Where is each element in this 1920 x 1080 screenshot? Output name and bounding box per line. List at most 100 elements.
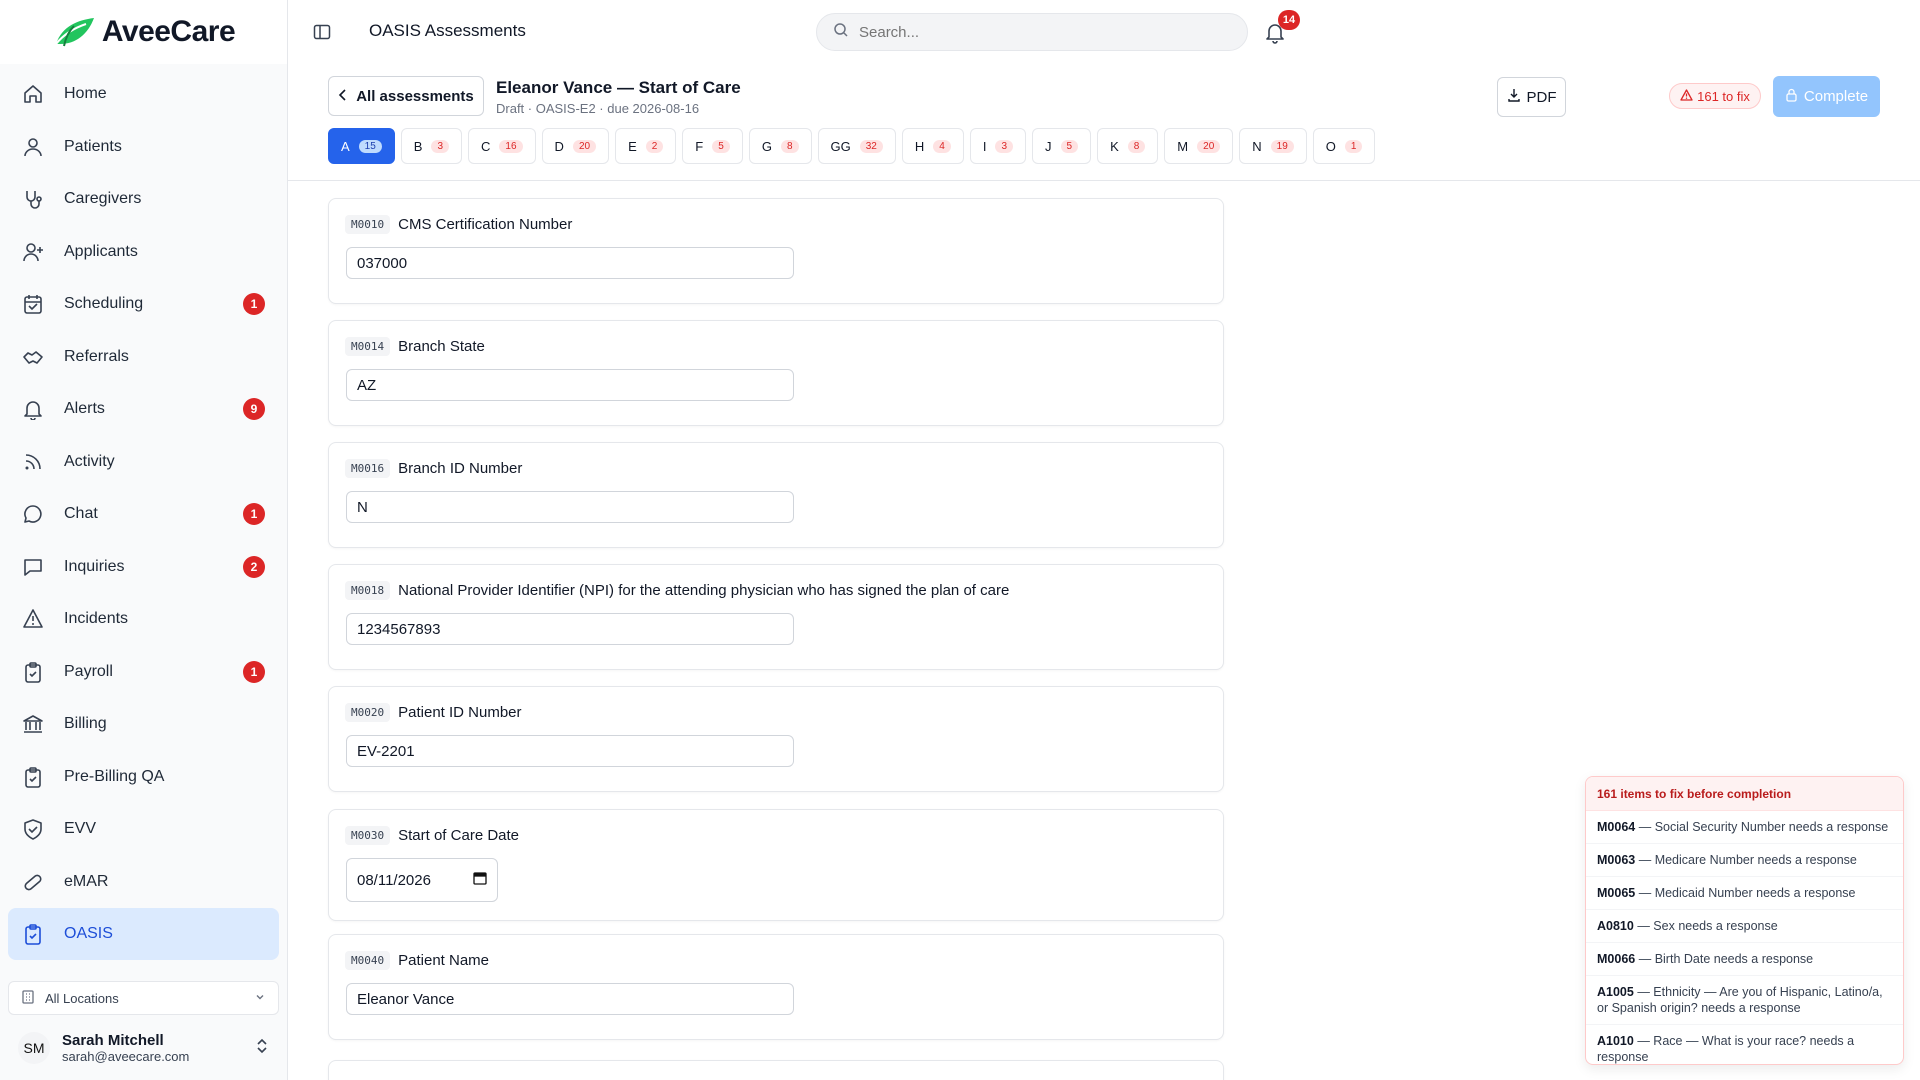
building-icon: [21, 989, 35, 1007]
tab-section-k[interactable]: K8: [1097, 128, 1159, 164]
tab-section-d[interactable]: D 20: [541, 128, 610, 164]
sidebar-item-billing[interactable]: Billing: [8, 698, 279, 750]
fix-list-item[interactable]: M0064 — Social Security Number needs a r…: [1586, 811, 1903, 844]
fix-item-code: M0063: [1597, 853, 1636, 867]
tab-section-e[interactable]: E2: [615, 128, 677, 164]
sidebar-item-badge: 9: [243, 398, 265, 420]
tab-section-g[interactable]: G8: [748, 128, 812, 164]
chevron-left-icon: [338, 88, 348, 105]
tab-section-b[interactable]: B3: [400, 128, 463, 164]
sidebar-item-incidents[interactable]: Incidents: [8, 593, 279, 645]
sidebar-item-chat[interactable]: Chat 1: [8, 488, 279, 540]
fix-list-item[interactable]: A1005 — Ethnicity — Are you of Hispanic,…: [1586, 976, 1903, 1025]
question-code: M0018: [345, 581, 391, 600]
back-button-label: All assessments: [356, 87, 474, 105]
sidebar-item-label: Activity: [64, 452, 115, 470]
search-box[interactable]: [816, 13, 1248, 51]
tab-count-badge: 8: [1127, 139, 1146, 153]
page-title: OASIS Assessments: [369, 21, 526, 40]
section-tabs: A 15 B 3 C 16 D 20 E 2 F 5 G 8 GG 32 H 4 I 3 J 5 K 8 M 20 N 19 O 1: [328, 128, 1376, 164]
answer-input[interactable]: [346, 247, 794, 279]
sidebar-item-emar[interactable]: eMAR: [8, 856, 279, 908]
sidebar-item-badge: 1: [243, 503, 265, 525]
sidebar-item-evv[interactable]: EVV: [8, 803, 279, 855]
tab-section-a[interactable]: A 15: [328, 128, 395, 164]
fix-list-item[interactable]: A0810 — Sex needs a response: [1586, 910, 1903, 943]
tab-count-badge: 3: [995, 139, 1013, 153]
fix-item-text: — Medicaid Number needs a response: [1638, 886, 1856, 900]
fix-list-item[interactable]: M0065 — Medicaid Number needs a response: [1586, 877, 1903, 910]
user-menu[interactable]: SM Sarah Mitchell sarah@aveecare.com: [8, 1026, 279, 1070]
tab-section-h[interactable]: H4: [901, 128, 964, 164]
pdf-button[interactable]: PDF: [1497, 77, 1566, 117]
location-select[interactable]: All Locations: [8, 981, 279, 1015]
sidebar-item-pre-billing-qa[interactable]: Pre-Billing QA: [8, 751, 279, 803]
back-to-assessments-button[interactable]: All assessments: [328, 76, 484, 116]
tab-label: B: [413, 138, 423, 154]
warning-icon: [1680, 88, 1693, 104]
assessment-header: All assessments Eleanor Vance — Start of…: [288, 64, 1920, 181]
sidebar-item-home[interactable]: Home: [8, 68, 279, 120]
answer-input[interactable]: [346, 735, 794, 767]
tab-section-m[interactable]: M 20: [1164, 128, 1234, 164]
tab-section-i[interactable]: I3: [969, 128, 1026, 164]
sidebar-item-label: Payroll: [64, 662, 113, 680]
fix-item-code: A1010: [1597, 1034, 1634, 1048]
tab-section-j[interactable]: J5: [1032, 128, 1092, 164]
stethoscope-icon: [22, 188, 44, 210]
date-field[interactable]: 08/11/2026: [346, 858, 498, 902]
fix-list-item[interactable]: M0063 — Medicare Number needs a response: [1586, 844, 1903, 877]
tab-section-o[interactable]: O1: [1312, 128, 1376, 164]
tab-label: F: [695, 138, 704, 154]
sidebar-item-alerts[interactable]: Alerts 9: [8, 383, 279, 435]
tab-count-badge: 16: [499, 139, 523, 153]
assessment-title: Eleanor Vance — Start of Care: [496, 78, 741, 97]
fix-item-text: — Birth Date needs a response: [1638, 952, 1814, 966]
bell-icon: [22, 398, 44, 420]
sidebar-item-badge: 1: [243, 293, 265, 315]
notification-count-badge: 14: [1278, 10, 1300, 30]
tab-label: C: [481, 138, 491, 154]
sidebar-item-caregivers[interactable]: Caregivers: [8, 173, 279, 225]
search-input[interactable]: [859, 23, 1219, 41]
sidebar-item-oasis[interactable]: OASIS: [8, 908, 279, 960]
question-code: M0016: [345, 459, 391, 478]
tab-section-c[interactable]: C 16: [468, 128, 536, 164]
tab-count-badge: 4: [933, 139, 951, 153]
tab-section-f[interactable]: F5: [682, 128, 743, 164]
question-label: Patient Name: [398, 952, 490, 969]
answer-input[interactable]: [346, 613, 794, 645]
fix-item-code: M0064: [1597, 820, 1636, 834]
date-value: 08/11/2026: [357, 871, 431, 889]
fix-item-text: — Sex needs a response: [1637, 919, 1778, 933]
sidebar-toggle-icon[interactable]: [312, 22, 332, 42]
user-plus-icon: [22, 241, 44, 263]
tab-label: O: [1325, 138, 1336, 154]
fix-list-item[interactable]: M0066 — Birth Date needs a response: [1586, 943, 1903, 976]
tab-count-badge: 3: [431, 139, 450, 153]
sidebar-item-payroll[interactable]: Payroll 1: [8, 646, 279, 698]
sidebar-item-scheduling[interactable]: Scheduling 1: [8, 278, 279, 330]
tab-section-n[interactable]: N 19: [1239, 128, 1307, 164]
tab-label: N: [1252, 138, 1262, 154]
answer-input[interactable]: [346, 369, 794, 401]
app-logo[interactable]: AveeCare: [0, 0, 287, 64]
answer-input[interactable]: [346, 491, 794, 523]
sidebar-item-referrals[interactable]: Referrals: [8, 331, 279, 383]
sidebar-item-activity[interactable]: Activity: [8, 436, 279, 488]
tab-section-gg[interactable]: GG 32: [817, 128, 896, 164]
answer-input[interactable]: [346, 983, 794, 1015]
sidebar-item-label: Incidents: [64, 610, 129, 627]
fix-count-badge[interactable]: 161 to fix: [1669, 83, 1761, 109]
sidebar-item-patients[interactable]: Patients: [8, 121, 279, 173]
tab-count-badge: 32: [859, 139, 883, 153]
sidebar-item-applicants[interactable]: Applicants: [8, 226, 279, 278]
sidebar-item-inquiries[interactable]: Inquiries 2: [8, 541, 279, 593]
tab-count-badge: 5: [1060, 139, 1079, 153]
question-card-m0018: M0018 National Provider Identifier (NPI) …: [328, 564, 1224, 670]
sidebar-item-label: Scheduling: [64, 295, 144, 312]
warning-icon: [22, 608, 44, 630]
complete-button[interactable]: Complete: [1773, 76, 1880, 117]
fix-list-item[interactable]: A1010 — Race — What is your race? needs …: [1586, 1025, 1903, 1064]
assessment-subtitle: Draft · OASIS-E2 · due 2026-08-16: [496, 101, 700, 116]
